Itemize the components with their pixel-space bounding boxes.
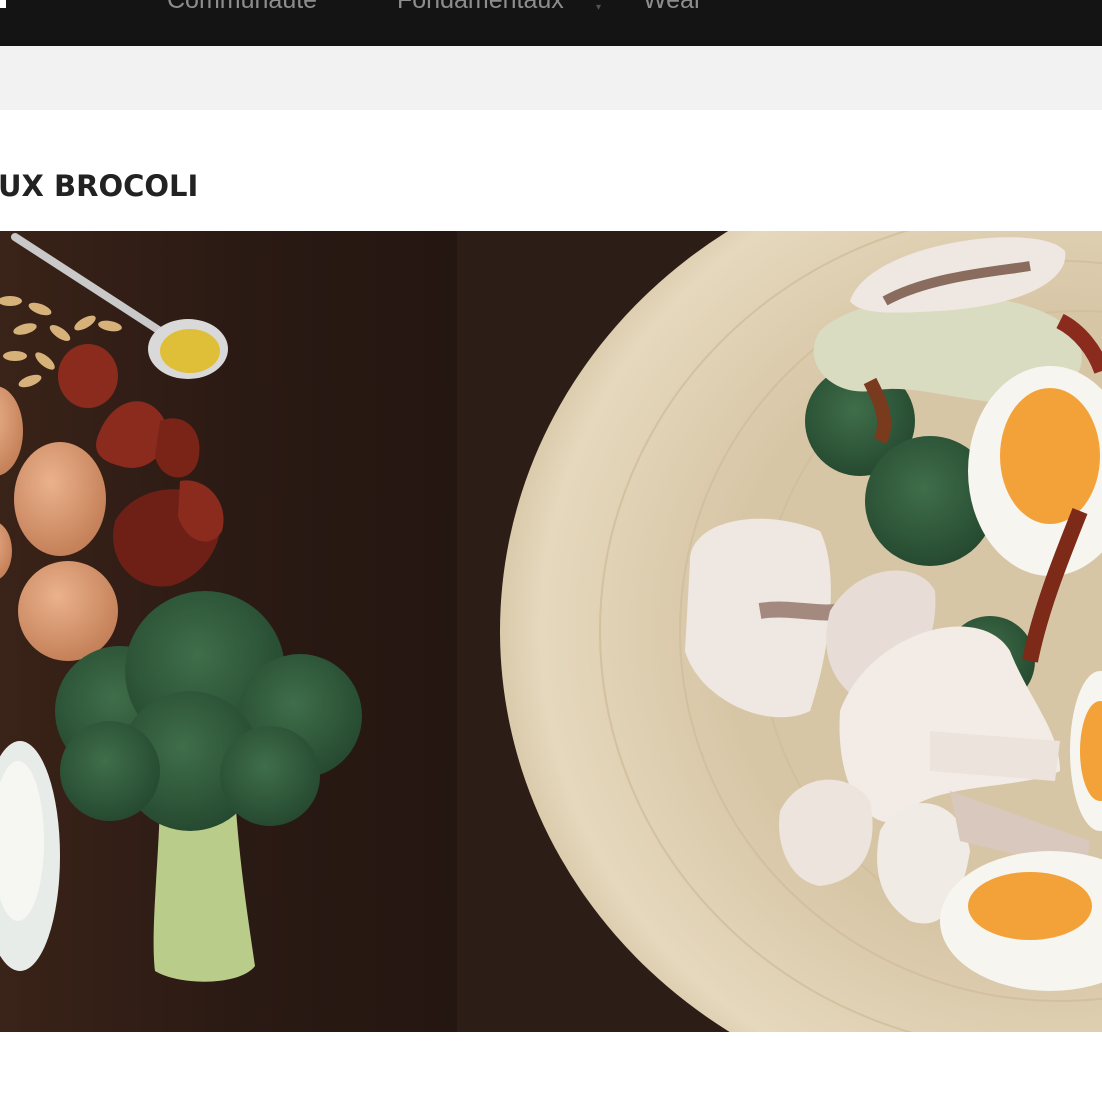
article-title: UX BROCOLI xyxy=(0,169,199,204)
menu-marker xyxy=(0,0,6,8)
top-navigation: Communauté Fondamentaux ▾ Wear xyxy=(0,0,1102,46)
chevron-down-icon[interactable]: ▾ xyxy=(596,2,601,13)
secondary-bar xyxy=(0,46,1102,110)
nav-link-fondamentaux[interactable]: Fondamentaux xyxy=(397,0,564,15)
nav-link-communaute[interactable]: Communauté xyxy=(167,0,317,15)
nav-link-wear[interactable]: Wear xyxy=(643,0,702,15)
hero-illustration xyxy=(0,231,1102,1032)
hero-image xyxy=(0,231,1102,1032)
